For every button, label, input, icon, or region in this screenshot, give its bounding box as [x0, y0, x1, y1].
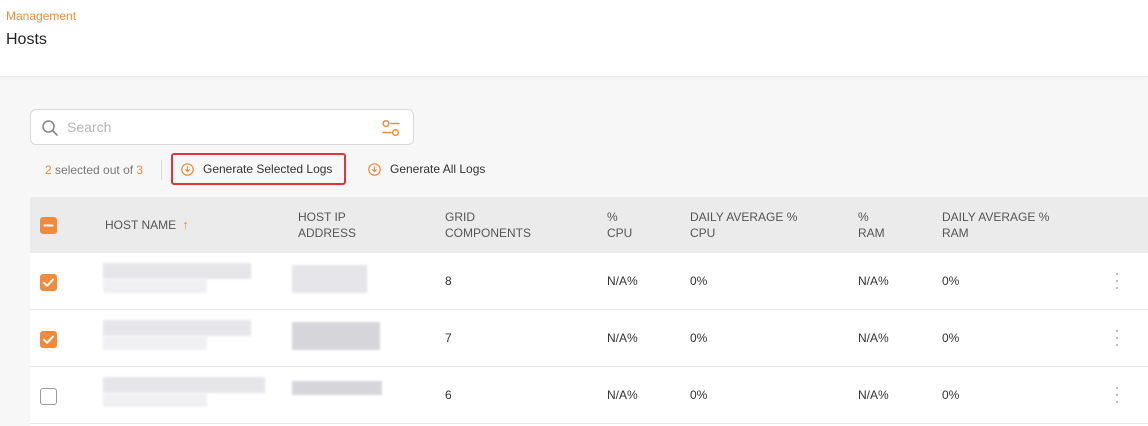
breadcrumb[interactable]: Management: [6, 9, 76, 23]
cpu-cell: N/A%: [607, 388, 638, 402]
hosts-table: HOST NAME ↑ HOST IP ADDRESS GRID COMPONENTS…: [30, 197, 1148, 426]
ram-cell: N/A%: [858, 331, 889, 345]
table-row[interactable]: 7 N/A% 0% N/A% 0%: [30, 310, 1148, 367]
page-header: Management Hosts: [0, 0, 1148, 77]
selected-count: 2: [45, 163, 52, 177]
daily-avg-ram-cell: 0%: [942, 388, 960, 402]
column-grid-components: GRID COMPONENTS: [445, 209, 531, 241]
column-daily-cpu-line1: DAILY AVERAGE %: [690, 210, 798, 224]
page-title: Hosts: [6, 31, 47, 48]
row-checkbox[interactable]: [40, 388, 57, 405]
column-host-name-label: HOST NAME: [105, 218, 177, 232]
redacted-host-name-2: [103, 393, 207, 407]
column-daily-avg-ram: DAILY AVERAGE % RAM: [942, 209, 1049, 241]
generate-selected-logs-button[interactable]: Generate Selected Logs: [171, 153, 346, 185]
search-input[interactable]: [67, 116, 367, 138]
generate-all-logs-button[interactable]: Generate All Logs: [362, 155, 485, 183]
daily-avg-ram-cell: 0%: [942, 331, 960, 345]
table-row[interactable]: 6 N/A% 0% N/A% 0%: [30, 367, 1148, 424]
redacted-host-name: [103, 320, 251, 336]
column-grid-line2: COMPONENTS: [445, 226, 532, 240]
column-daily-ram-line1: DAILY AVERAGE %: [942, 210, 1050, 224]
kebab-menu-icon[interactable]: [1114, 387, 1120, 403]
redacted-host-ip: [292, 381, 382, 395]
column-host-name[interactable]: HOST NAME ↑: [105, 217, 189, 233]
row-checkbox[interactable]: [40, 331, 57, 348]
check-icon: [43, 278, 54, 287]
column-grid-line1: GRID: [445, 210, 475, 224]
table-row[interactable]: 8 N/A% 0% N/A% 0%: [30, 253, 1148, 310]
minus-icon: [43, 224, 54, 227]
selection-count: 2 selected out of 3: [45, 163, 143, 177]
redacted-host-name: [103, 377, 265, 393]
redacted-host-name-2: [103, 279, 207, 293]
column-ram: % RAM: [858, 209, 885, 241]
column-host-ip: HOST IP ADDRESS: [298, 209, 356, 241]
daily-avg-cpu-cell: 0%: [690, 274, 708, 288]
generate-selected-logs-label: Generate Selected Logs: [203, 162, 333, 176]
grid-components-cell: 6: [445, 388, 452, 402]
column-host-ip-line2: ADDRESS: [298, 226, 357, 240]
search-box: [30, 109, 414, 145]
cpu-cell: N/A%: [607, 331, 638, 345]
cpu-cell: N/A%: [607, 274, 638, 288]
redacted-host-ip: [292, 322, 380, 350]
grid-components-cell: 8: [445, 274, 452, 288]
grid-components-cell: 7: [445, 331, 452, 345]
kebab-menu-icon[interactable]: [1114, 330, 1120, 346]
download-circle-icon: [181, 162, 194, 176]
daily-avg-cpu-cell: 0%: [690, 331, 708, 345]
redacted-host-name: [103, 263, 251, 279]
table-header: HOST NAME ↑ HOST IP ADDRESS GRID COMPONENTS…: [30, 197, 1148, 253]
kebab-menu-icon[interactable]: [1114, 273, 1120, 289]
column-cpu: % CPU: [607, 209, 632, 241]
column-daily-ram-line2: RAM: [942, 226, 969, 240]
ram-cell: N/A%: [858, 388, 889, 402]
column-ram-line1: %: [858, 210, 869, 224]
search-icon: [42, 120, 58, 136]
filter-sliders-icon[interactable]: [381, 119, 401, 137]
selection-text: selected out of: [51, 163, 137, 177]
redacted-host-name-2: [103, 336, 207, 350]
column-cpu-line2: CPU: [607, 226, 633, 240]
column-cpu-line1: %: [607, 210, 618, 224]
total-count: 3: [136, 163, 144, 177]
row-checkbox[interactable]: [40, 274, 57, 291]
divider: [161, 160, 162, 180]
column-ram-line2: RAM: [858, 226, 885, 240]
column-host-ip-line1: HOST IP: [298, 210, 346, 224]
download-circle-icon: [368, 162, 381, 176]
daily-avg-cpu-cell: 0%: [690, 388, 708, 402]
column-daily-avg-cpu: DAILY AVERAGE % CPU: [690, 209, 797, 241]
generate-all-logs-label: Generate All Logs: [390, 162, 486, 176]
check-icon: [43, 335, 54, 344]
column-daily-cpu-line2: CPU: [690, 226, 716, 240]
redacted-host-ip: [292, 265, 367, 293]
daily-avg-ram-cell: 0%: [942, 274, 960, 288]
ram-cell: N/A%: [858, 274, 889, 288]
select-all-checkbox[interactable]: [40, 217, 57, 234]
sort-up-arrow-icon[interactable]: ↑: [182, 217, 189, 232]
